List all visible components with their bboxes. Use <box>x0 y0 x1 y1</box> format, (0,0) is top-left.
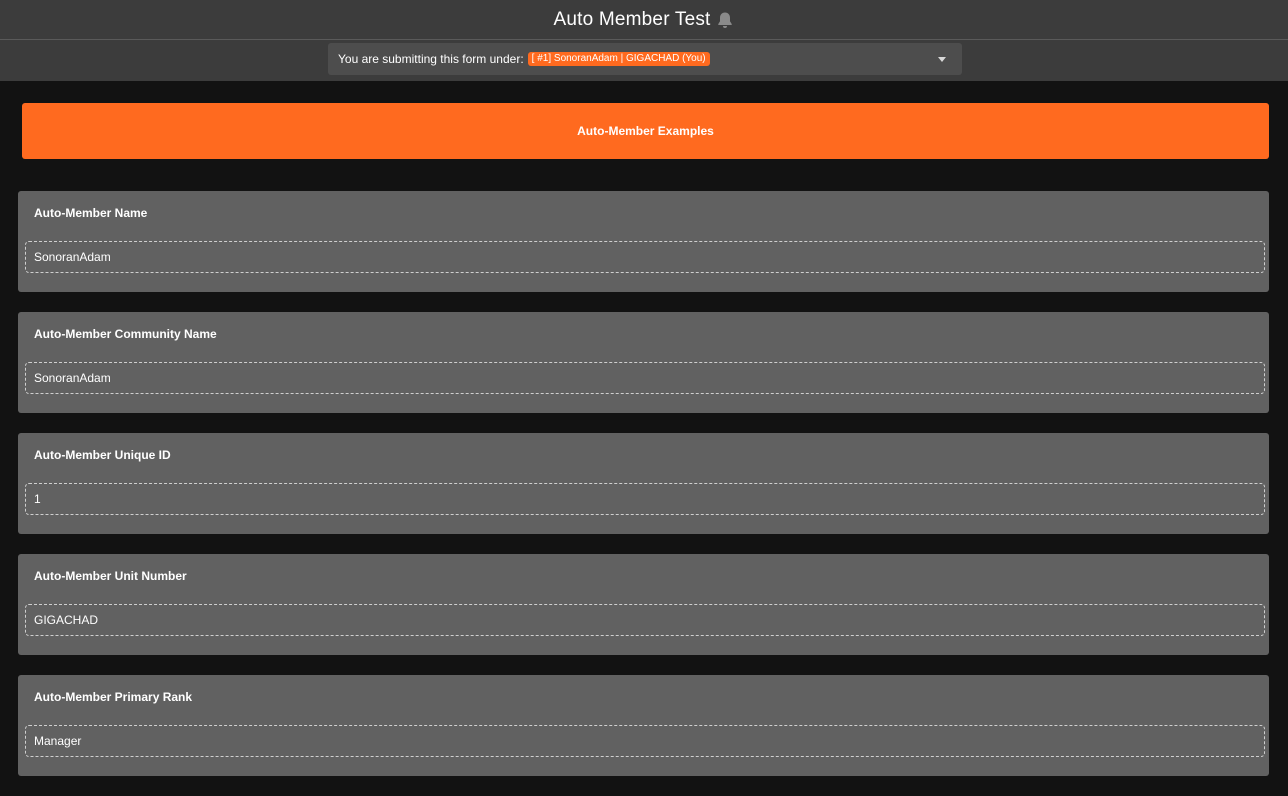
field-label: Auto-Member Community Name <box>34 327 217 341</box>
field-value: 1 <box>34 492 41 506</box>
chevron-down-icon[interactable] <box>938 57 946 62</box>
field-value: SonoranAdam <box>34 371 111 385</box>
submitter-bar: You are submitting this form under: [ #1… <box>0 40 1288 81</box>
field-label: Auto-Member Unit Number <box>34 569 187 583</box>
unique-id-field[interactable]: 1 <box>25 483 1265 515</box>
primary-rank-field[interactable]: Manager <box>25 725 1265 757</box>
field-card-community-name: Auto-Member Community Name SonoranAdam <box>18 312 1269 413</box>
field-label: Auto-Member Unique ID <box>34 448 171 462</box>
submitter-badge: [ #1] SonoranAdam | GIGACHAD (You) <box>527 52 710 66</box>
field-value: GIGACHAD <box>34 613 99 627</box>
page-title: Auto Member Test <box>553 8 711 30</box>
field-label: Auto-Member Name <box>34 206 148 220</box>
section-title: Auto-Member Examples <box>577 124 714 138</box>
field-value: SonoranAdam <box>34 250 111 264</box>
submitter-prefix: You are submitting this form under: <box>338 52 524 66</box>
bell-icon[interactable] <box>715 10 735 30</box>
field-card-unique-id: Auto-Member Unique ID 1 <box>18 433 1269 534</box>
field-card-name: Auto-Member Name SonoranAdam <box>18 191 1269 292</box>
unit-number-field[interactable]: GIGACHAD <box>25 604 1265 636</box>
member-name-field[interactable]: SonoranAdam <box>25 241 1265 273</box>
field-value: Manager <box>34 734 82 748</box>
page-header: Auto Member Test <box>0 0 1288 40</box>
field-card-unit-number: Auto-Member Unit Number GIGACHAD <box>18 554 1269 655</box>
field-card-primary-rank: Auto-Member Primary Rank Manager <box>18 675 1269 776</box>
section-header: Auto-Member Examples <box>22 103 1269 159</box>
field-label: Auto-Member Primary Rank <box>34 690 193 704</box>
community-name-field[interactable]: SonoranAdam <box>25 362 1265 394</box>
submitter-select[interactable]: You are submitting this form under: [ #1… <box>328 43 962 75</box>
